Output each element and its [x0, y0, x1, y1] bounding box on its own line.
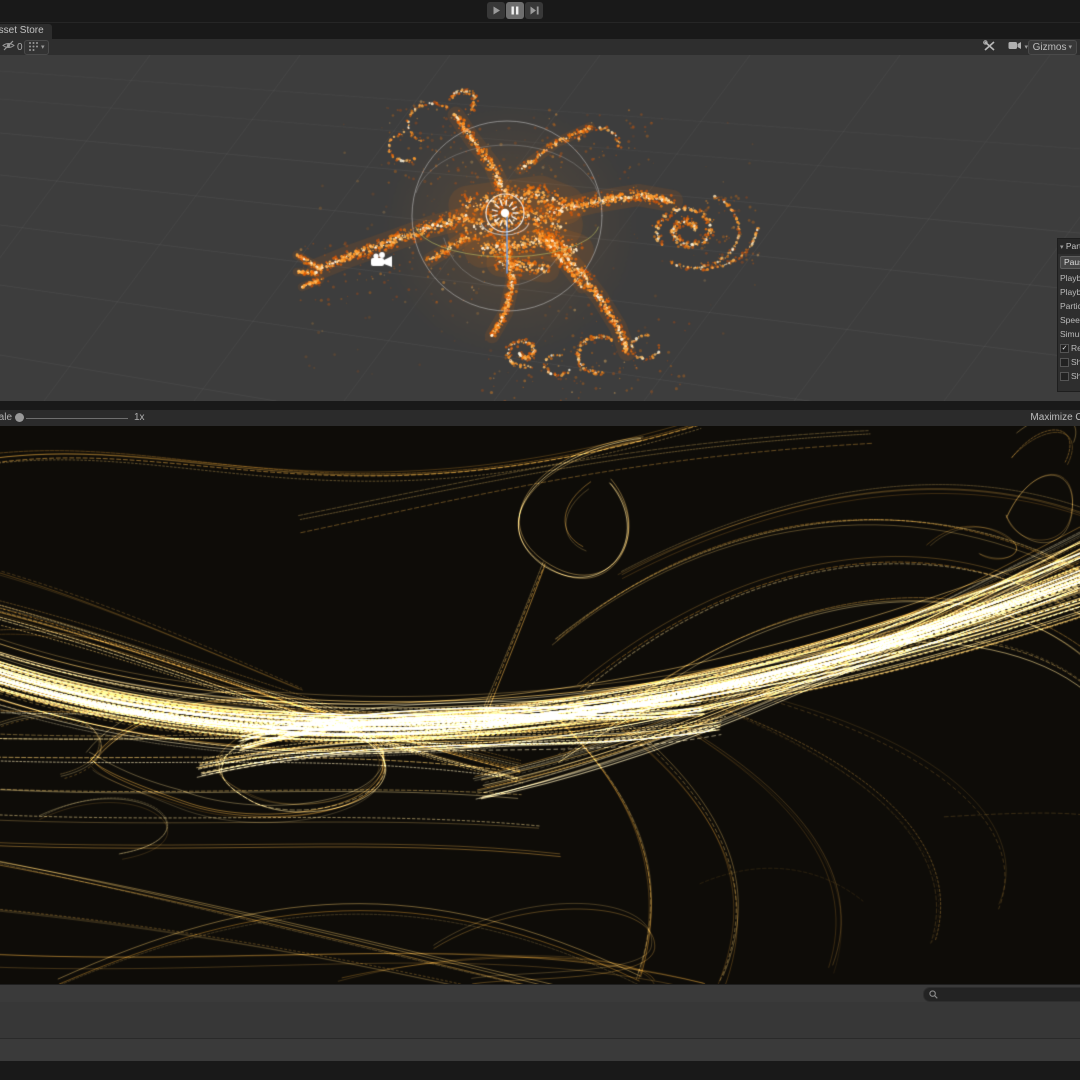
- particle-row-particles: Particles: [1058, 299, 1080, 313]
- step-icon: [530, 6, 539, 15]
- search-icon: [929, 986, 938, 1004]
- maximize-on-play-toggle[interactable]: Maximize On Play: [1030, 412, 1080, 423]
- eye-slash-icon: [2, 40, 15, 54]
- particle-row-speed-range: Speed Range: [1058, 313, 1080, 327]
- pause-button[interactable]: [506, 2, 524, 19]
- gizmos-dropdown[interactable]: Gizmos ▾: [1028, 40, 1077, 55]
- play-icon: [492, 6, 501, 15]
- resimulate-checkbox[interactable]: ✓ Resimulate: [1058, 341, 1080, 355]
- grid-snap-dropdown[interactable]: ▾: [24, 40, 49, 55]
- scene-view: ▾ Particle Effect Pause Playback Speed P…: [0, 55, 1080, 401]
- project-panel-body: [0, 1002, 1080, 1038]
- particle-row-playback-speed: Playback Speed: [1058, 271, 1080, 285]
- playmode-toolbar: [0, 0, 1080, 23]
- unity-editor-window: Asset Store 0 ▾: [0, 0, 1080, 1080]
- foldout-icon: ▾: [1060, 244, 1064, 251]
- particle-row-simulate-layers: Simulate Layers: [1058, 327, 1080, 341]
- status-bar: [0, 1038, 1080, 1062]
- play-button[interactable]: [487, 2, 505, 19]
- scale-value: 1x: [134, 412, 145, 423]
- particle-panel-header[interactable]: ▾ Particle Effect: [1058, 239, 1080, 254]
- view-tab-bar: Asset Store: [0, 23, 1080, 39]
- particle-panel-title: Particle Effect: [1066, 241, 1080, 251]
- playmode-button-group: [487, 2, 543, 20]
- particle-row-playback-time: Playback Time: [1058, 285, 1080, 299]
- scene-visibility-toggle[interactable]: 0: [2, 39, 23, 55]
- tab-asset-store[interactable]: Asset Store: [0, 24, 52, 40]
- step-button[interactable]: [525, 2, 543, 19]
- game-view-toolbar: Scale 1x Maximize On Play: [0, 410, 1080, 427]
- scale-slider-track[interactable]: [26, 418, 128, 419]
- particle-effect-panel: ▾ Particle Effect Pause Playback Speed P…: [1057, 238, 1080, 392]
- particle-pause-button[interactable]: Pause: [1060, 256, 1080, 269]
- search-field[interactable]: [923, 987, 1080, 1002]
- grid-snap-icon: [28, 41, 39, 55]
- scale-label: Scale: [0, 412, 12, 423]
- scene-view-canvas[interactable]: [0, 55, 1080, 401]
- show-only-selected-checkbox[interactable]: Show Only Selected: [1058, 369, 1080, 383]
- scene-camera-dropdown[interactable]: ▾: [1008, 39, 1028, 55]
- view-divider: [0, 401, 1080, 410]
- search-input[interactable]: [941, 989, 1065, 1001]
- pause-icon: [511, 6, 519, 15]
- checkbox-icon: ✓: [1060, 344, 1069, 353]
- chevron-down-icon: ▾: [1068, 44, 1072, 51]
- scene-view-toolbar: 0 ▾: [0, 39, 1080, 56]
- hidden-object-count: 0: [17, 42, 23, 53]
- project-panel-toolbar: [0, 984, 1080, 1003]
- scene-tools-button[interactable]: [983, 39, 996, 55]
- checkbox-icon: [1060, 372, 1069, 381]
- scale-slider-handle[interactable]: [15, 413, 24, 422]
- chevron-down-icon: ▾: [41, 44, 45, 51]
- checkbox-icon: [1060, 358, 1069, 367]
- show-bounds-checkbox[interactable]: Show Bounds: [1058, 355, 1080, 369]
- game-view: [0, 426, 1080, 984]
- camera-icon: [1008, 41, 1022, 53]
- gizmos-label: Gizmos: [1033, 42, 1067, 53]
- tools-icon: [983, 40, 996, 55]
- window-bottom-strip: [0, 1061, 1080, 1080]
- game-view-canvas[interactable]: [0, 426, 1080, 984]
